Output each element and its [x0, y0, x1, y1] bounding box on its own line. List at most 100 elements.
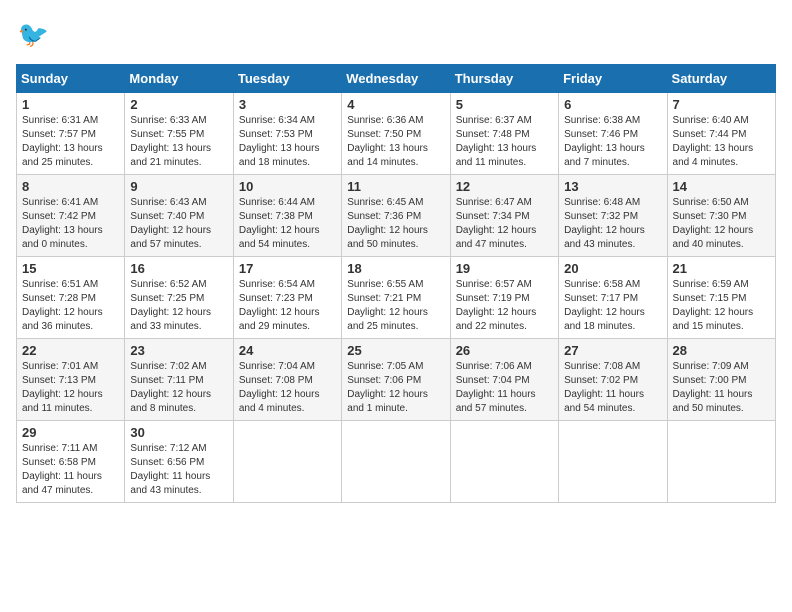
- day-number: 29: [22, 425, 119, 440]
- day-number: 9: [130, 179, 227, 194]
- day-number: 23: [130, 343, 227, 358]
- day-number: 3: [239, 97, 336, 112]
- calendar-header-sunday: Sunday: [17, 65, 125, 93]
- calendar-week-row: 15 Sunrise: 6:51 AM Sunset: 7:28 PM Dayli…: [17, 257, 776, 339]
- calendar-cell: [559, 421, 667, 503]
- day-info: Sunrise: 6:40 AM Sunset: 7:44 PM Dayligh…: [673, 114, 770, 170]
- day-number: 12: [456, 179, 553, 194]
- calendar-week-row: 29 Sunrise: 7:11 AM Sunset: 6:58 PM Dayli…: [17, 421, 776, 503]
- day-number: 13: [564, 179, 661, 194]
- day-info: Sunrise: 6:51 AM Sunset: 7:28 PM Dayligh…: [22, 278, 119, 334]
- day-info: Sunrise: 6:43 AM Sunset: 7:40 PM Dayligh…: [130, 196, 227, 252]
- day-number: 15: [22, 261, 119, 276]
- day-number: 30: [130, 425, 227, 440]
- day-info: Sunrise: 7:02 AM Sunset: 7:11 PM Dayligh…: [130, 360, 227, 416]
- calendar-cell: 3 Sunrise: 6:34 AM Sunset: 7:53 PM Daylig…: [233, 93, 341, 175]
- calendar-header-friday: Friday: [559, 65, 667, 93]
- calendar-cell: 27Sunrise: 7:08 AM Sunset: 7:02 PM Dayli…: [559, 339, 667, 421]
- day-number: 28: [673, 343, 770, 358]
- calendar-cell: 24Sunrise: 7:04 AM Sunset: 7:08 PM Dayli…: [233, 339, 341, 421]
- calendar-cell: 16 Sunrise: 6:52 AM Sunset: 7:25 PM Dayli…: [125, 257, 233, 339]
- calendar-cell: [342, 421, 450, 503]
- day-number: 2: [130, 97, 227, 112]
- calendar-cell: 8 Sunrise: 6:41 AM Sunset: 7:42 PM Daylig…: [17, 175, 125, 257]
- day-number: 6: [564, 97, 661, 112]
- day-number: 4: [347, 97, 444, 112]
- calendar-header-saturday: Saturday: [667, 65, 775, 93]
- day-info: Sunrise: 6:55 AM Sunset: 7:21 PM Dayligh…: [347, 278, 444, 334]
- calendar-cell: [233, 421, 341, 503]
- logo-icon: 🐦: [16, 16, 52, 52]
- day-info: Sunrise: 7:05 AM Sunset: 7:06 PM Dayligh…: [347, 360, 444, 416]
- calendar-cell: 25 Sunrise: 7:05 AM Sunset: 7:06 PM Dayli…: [342, 339, 450, 421]
- day-number: 24: [239, 343, 336, 358]
- day-number: 26: [456, 343, 553, 358]
- calendar-week-row: 8 Sunrise: 6:41 AM Sunset: 7:42 PM Daylig…: [17, 175, 776, 257]
- calendar-header-thursday: Thursday: [450, 65, 558, 93]
- logo: 🐦: [16, 16, 56, 52]
- day-info: Sunrise: 7:09 AM Sunset: 7:00 PM Dayligh…: [673, 360, 770, 416]
- day-info: Sunrise: 6:52 AM Sunset: 7:25 PM Dayligh…: [130, 278, 227, 334]
- day-number: 19: [456, 261, 553, 276]
- day-info: Sunrise: 6:57 AM Sunset: 7:19 PM Dayligh…: [456, 278, 553, 334]
- day-number: 16: [130, 261, 227, 276]
- day-number: 17: [239, 261, 336, 276]
- day-info: Sunrise: 6:37 AM Sunset: 7:48 PM Dayligh…: [456, 114, 553, 170]
- calendar-cell: 12 Sunrise: 6:47 AM Sunset: 7:34 PM Dayli…: [450, 175, 558, 257]
- calendar-cell: 13 Sunrise: 6:48 AM Sunset: 7:32 PM Dayli…: [559, 175, 667, 257]
- calendar-cell: 7 Sunrise: 6:40 AM Sunset: 7:44 PM Daylig…: [667, 93, 775, 175]
- calendar-cell: 23 Sunrise: 7:02 AM Sunset: 7:11 PM Dayli…: [125, 339, 233, 421]
- day-number: 25: [347, 343, 444, 358]
- day-number: 7: [673, 97, 770, 112]
- calendar-table: SundayMondayTuesdayWednesdayThursdayFrid…: [16, 64, 776, 503]
- day-info: Sunrise: 7:12 AM Sunset: 6:56 PM Dayligh…: [130, 442, 227, 498]
- day-info: Sunrise: 6:58 AM Sunset: 7:17 PM Dayligh…: [564, 278, 661, 334]
- calendar-cell: 28 Sunrise: 7:09 AM Sunset: 7:00 PM Dayli…: [667, 339, 775, 421]
- day-number: 18: [347, 261, 444, 276]
- day-number: 10: [239, 179, 336, 194]
- page-header: 🐦: [16, 16, 776, 52]
- calendar-week-row: 22 Sunrise: 7:01 AM Sunset: 7:13 PM Dayli…: [17, 339, 776, 421]
- calendar-cell: 5 Sunrise: 6:37 AM Sunset: 7:48 PM Daylig…: [450, 93, 558, 175]
- calendar-cell: 20 Sunrise: 6:58 AM Sunset: 7:17 PM Dayli…: [559, 257, 667, 339]
- day-info: Sunrise: 6:34 AM Sunset: 7:53 PM Dayligh…: [239, 114, 336, 170]
- calendar-cell: 15 Sunrise: 6:51 AM Sunset: 7:28 PM Dayli…: [17, 257, 125, 339]
- calendar-cell: [667, 421, 775, 503]
- day-number: 11: [347, 179, 444, 194]
- day-number: 21: [673, 261, 770, 276]
- calendar-header-wednesday: Wednesday: [342, 65, 450, 93]
- day-info: Sunrise: 6:45 AM Sunset: 7:36 PM Dayligh…: [347, 196, 444, 252]
- calendar-cell: 11 Sunrise: 6:45 AM Sunset: 7:36 PM Dayli…: [342, 175, 450, 257]
- day-info: Sunrise: 7:06 AM Sunset: 7:04 PM Dayligh…: [456, 360, 553, 416]
- day-info: Sunrise: 7:11 AM Sunset: 6:58 PM Dayligh…: [22, 442, 119, 498]
- day-number: 8: [22, 179, 119, 194]
- day-number: 20: [564, 261, 661, 276]
- calendar-cell: 4 Sunrise: 6:36 AM Sunset: 7:50 PM Daylig…: [342, 93, 450, 175]
- day-info: Sunrise: 6:31 AM Sunset: 7:57 PM Dayligh…: [22, 114, 119, 170]
- calendar-cell: 6 Sunrise: 6:38 AM Sunset: 7:46 PM Daylig…: [559, 93, 667, 175]
- day-info: Sunrise: 6:59 AM Sunset: 7:15 PM Dayligh…: [673, 278, 770, 334]
- day-number: 27: [564, 343, 661, 358]
- day-info: Sunrise: 6:54 AM Sunset: 7:23 PM Dayligh…: [239, 278, 336, 334]
- calendar-cell: 19 Sunrise: 6:57 AM Sunset: 7:19 PM Dayli…: [450, 257, 558, 339]
- day-info: Sunrise: 6:50 AM Sunset: 7:30 PM Dayligh…: [673, 196, 770, 252]
- calendar-header-row: SundayMondayTuesdayWednesdayThursdayFrid…: [17, 65, 776, 93]
- calendar-cell: [450, 421, 558, 503]
- day-number: 22: [22, 343, 119, 358]
- svg-text:🐦: 🐦: [18, 21, 49, 49]
- day-info: Sunrise: 6:38 AM Sunset: 7:46 PM Dayligh…: [564, 114, 661, 170]
- day-info: Sunrise: 6:33 AM Sunset: 7:55 PM Dayligh…: [130, 114, 227, 170]
- day-info: Sunrise: 6:36 AM Sunset: 7:50 PM Dayligh…: [347, 114, 444, 170]
- day-info: Sunrise: 6:47 AM Sunset: 7:34 PM Dayligh…: [456, 196, 553, 252]
- calendar-header-monday: Monday: [125, 65, 233, 93]
- day-number: 5: [456, 97, 553, 112]
- calendar-header-tuesday: Tuesday: [233, 65, 341, 93]
- calendar-cell: 21 Sunrise: 6:59 AM Sunset: 7:15 PM Dayli…: [667, 257, 775, 339]
- day-info: Sunrise: 6:48 AM Sunset: 7:32 PM Dayligh…: [564, 196, 661, 252]
- day-info: Sunrise: 6:41 AM Sunset: 7:42 PM Dayligh…: [22, 196, 119, 252]
- calendar-cell: 14Sunrise: 6:50 AM Sunset: 7:30 PM Dayli…: [667, 175, 775, 257]
- calendar-cell: 2 Sunrise: 6:33 AM Sunset: 7:55 PM Daylig…: [125, 93, 233, 175]
- calendar-cell: 10Sunrise: 6:44 AM Sunset: 7:38 PM Dayli…: [233, 175, 341, 257]
- calendar-cell: 30 Sunrise: 7:12 AM Sunset: 6:56 PM Dayli…: [125, 421, 233, 503]
- day-info: Sunrise: 7:01 AM Sunset: 7:13 PM Dayligh…: [22, 360, 119, 416]
